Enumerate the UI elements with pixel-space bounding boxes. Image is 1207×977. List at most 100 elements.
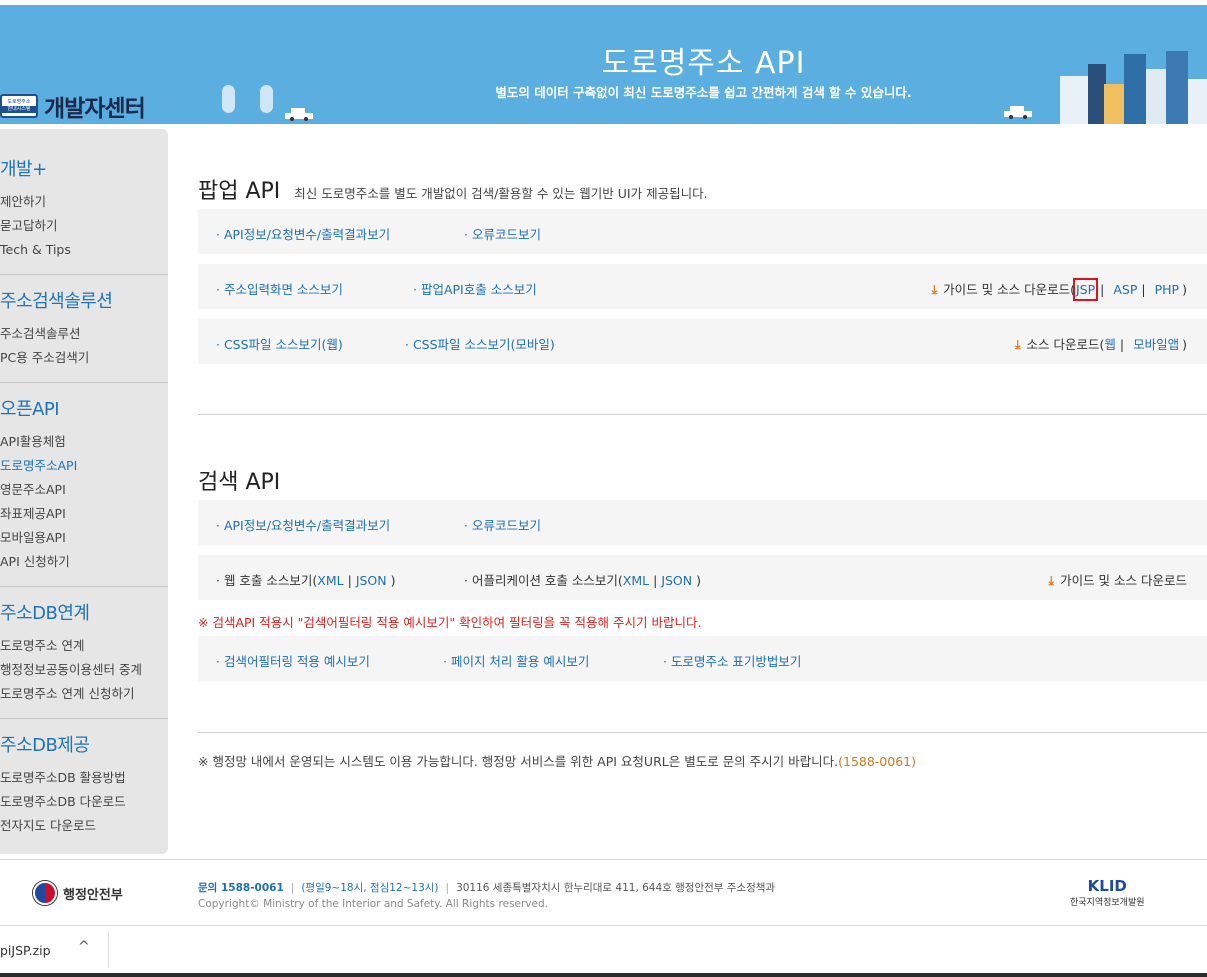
sidebar-item[interactable]: API활용체험 <box>0 430 168 454</box>
sidebar-group-title[interactable]: 개발+ <box>0 155 168 181</box>
sidebar-item[interactable]: PC용 주소검색기 <box>0 346 168 370</box>
klid-mark: KLID <box>1087 877 1127 895</box>
sidebar-item[interactable]: Tech & Tips <box>0 238 168 262</box>
css-mobile-source-link[interactable]: · CSS파일 소스보기(모바일) <box>405 334 555 353</box>
css-web-source-link[interactable]: · CSS파일 소스보기(웹) <box>216 334 343 353</box>
section-divider <box>198 414 1207 415</box>
building-icon <box>1060 76 1090 124</box>
footer-info: 문의 1588-0061 | (평일9~18시, 점심12~13시) | 30116 세… <box>198 882 776 910</box>
sidebar-group-title[interactable]: 오픈API <box>0 395 168 421</box>
taegeuk-emblem-icon <box>33 881 57 905</box>
taskbar <box>0 973 1207 977</box>
footer-contact: 문의 1588-0061 <box>198 882 284 894</box>
ministry-logo[interactable]: 행정안전부 <box>33 881 123 905</box>
sidebar-group-title[interactable]: 주소검색솔루션 <box>0 287 168 313</box>
car-icon <box>285 108 313 121</box>
jsp-download-link[interactable]: JSP <box>1072 278 1099 301</box>
app-call-xml-link[interactable]: XML <box>623 573 649 588</box>
paging-example-link[interactable]: · 페이지 처리 활용 예시보기 <box>443 651 589 670</box>
sidebar-item[interactable]: 전자지도 다운로드 <box>0 814 168 838</box>
web-download-link[interactable]: 웹 <box>1104 337 1116 352</box>
app-call-json-link[interactable]: JSON <box>661 573 692 588</box>
klid-logo[interactable]: KLID 한국지역정보개발원 <box>1070 877 1145 908</box>
sidebar-item[interactable]: 주소검색솔루션 <box>0 322 168 346</box>
footer-address: 30116 세종특별자치시 한누리대로 411, 644호 행정안전부 주소정책… <box>456 882 776 894</box>
sidebar-group: 오픈API API활용체험 도로명주소API 영문주소API 좌표제공API 모바일용AP… <box>0 395 168 587</box>
sidebar-item[interactable]: 도로명주소DB 활용방법 <box>0 766 168 790</box>
download-icon: ⤓ <box>931 282 938 297</box>
mobile-app-download-link[interactable]: 모바일앱 <box>1133 337 1179 352</box>
search-api-row-source: · 웹 호출 소스보기(XML | JSON) · 어플리케이션 호출 소스보기(X… <box>198 555 1207 600</box>
search-api-title: 검색 API <box>198 470 281 495</box>
popup-api-error-code-link[interactable]: · 오류코드보기 <box>464 224 541 243</box>
sidebar-item[interactable]: 모바일용API <box>0 526 168 550</box>
sidebar-item[interactable]: API 신청하기 <box>0 550 168 574</box>
popup-api-row-info: · API정보/요청변수/출력결과보기 · 오류코드보기 <box>198 209 1207 254</box>
sidebar-item[interactable]: 도로명주소 연계 신청하기 <box>0 682 168 706</box>
source-download-label: 소스 다운로드( <box>1026 337 1105 352</box>
downloaded-file-name[interactable]: piJSP.zip <box>0 943 51 958</box>
web-call-source-group: · 웹 호출 소스보기(XML | JSON) <box>216 573 396 588</box>
sidebar-item[interactable]: 도로명주소 연계 <box>0 634 168 658</box>
page-subtitle: 별도의 데이터 구축없이 최신 도로명주소를 쉽고 간편하게 검색 할 수 있습… <box>495 85 912 100</box>
sidebar-group: 주소DB연계도로명주소 연계 행정정보공동이용센터 중계 도로명주소 연계 신청하기 <box>0 599 168 719</box>
address-notation-link[interactable]: · 도로명주소 표기방법보기 <box>663 651 801 670</box>
contact-phone: (1588-0061) <box>838 754 916 769</box>
sidebar: 개발+ 제안하기 묻고답하기 Tech & Tips 주소검색솔루션 주소검색솔루션 PC용… <box>0 129 168 854</box>
sidebar-group-title[interactable]: 주소DB연계 <box>0 599 168 625</box>
sidebar-group-title[interactable]: 주소DB제공 <box>0 731 168 757</box>
building-icon <box>1166 51 1188 124</box>
building-icon <box>1124 54 1146 124</box>
web-call-json-link[interactable]: JSON <box>356 573 387 588</box>
source-download-group: ⤓ 소스 다운로드(웹 | 모바일앱) <box>1014 337 1187 352</box>
klid-name: 한국지역정보개발원 <box>1070 898 1145 908</box>
popup-api-title: 팝업 API <box>198 179 281 204</box>
admin-network-note: ※ 행정망 내에서 운영되는 시스템도 이용 가능합니다. 행정망 서비스를 위… <box>198 754 916 769</box>
popup-api-section: 팝업 API 최신 도로명주소를 별도 개발없이 검색/활용할 수 있는 웹기반 … <box>198 173 708 205</box>
search-api-error-code-link[interactable]: · 오류코드보기 <box>464 515 541 534</box>
popup-api-call-source-link[interactable]: · 팝업API호출 소스보기 <box>413 279 537 298</box>
search-guide-download-link[interactable]: ⤓ 가이드 및 소스 다운로드 <box>1049 570 1187 589</box>
php-download-link[interactable]: PHP <box>1155 282 1179 297</box>
asp-download-link[interactable]: ASP <box>1113 282 1137 297</box>
building-icon <box>1146 69 1166 124</box>
sidebar-item[interactable]: 제안하기 <box>0 190 168 214</box>
sidebar-group: 주소DB제공도로명주소DB 활용방법 도로명주소DB 다운로드 전자지도 다운로드 <box>0 731 168 850</box>
download-icon: ⤓ <box>1048 573 1055 588</box>
web-call-xml-link[interactable]: XML <box>317 573 343 588</box>
download-icon: ⤓ <box>1014 337 1021 352</box>
filtering-example-link[interactable]: · 검색어필터링 적용 예시보기 <box>216 651 370 670</box>
footer-copyright: Copyright© Ministry of the Interior and … <box>198 898 548 910</box>
address-input-source-link[interactable]: · 주소입력화면 소스보기 <box>216 279 343 298</box>
site-footer: 행정안전부 문의 1588-0061 | (평일9~18시, 점심12~13시) | 3… <box>0 859 1207 925</box>
search-api-row-info: · API정보/요청변수/출력결과보기 · 오류코드보기 <box>198 500 1207 545</box>
site-header: 도로명주소 안내시스템 개발자센터 도로명주소 API 별도의 데이터 구축없이… <box>0 5 1207 124</box>
guide-download-label: 가이드 및 소스 다운로드( <box>943 282 1075 297</box>
sidebar-item[interactable]: 행정정보공동이용센터 중계 <box>0 658 168 682</box>
popup-api-info-link[interactable]: · API정보/요청변수/출력결과보기 <box>216 224 390 243</box>
section-divider <box>198 732 1207 733</box>
sidebar-item[interactable]: 도로명주소API <box>0 454 168 478</box>
footer-hours: (평일9~18시, 점심12~13시) <box>301 882 439 894</box>
sidebar-group: 주소검색솔루션 주소검색솔루션 PC용 주소검색기 <box>0 287 168 383</box>
search-api-row-examples: · 검색어필터링 적용 예시보기 · 페이지 처리 활용 예시보기 · 도로명주… <box>198 636 1207 681</box>
building-icon <box>1188 79 1207 124</box>
search-api-info-link[interactable]: · API정보/요청변수/출력결과보기 <box>216 515 390 534</box>
chevron-up-icon[interactable]: ^ <box>78 939 90 955</box>
sidebar-item[interactable]: 묻고답하기 <box>0 214 168 238</box>
sidebar-item[interactable]: 좌표제공API <box>0 502 168 526</box>
download-bar-divider <box>108 932 109 968</box>
building-icon <box>1104 84 1124 124</box>
page-title: 도로명주소 API <box>601 46 806 81</box>
sidebar-group: 개발+ 제안하기 묻고답하기 Tech & Tips <box>0 155 168 275</box>
sidebar-item[interactable]: 영문주소API <box>0 478 168 502</box>
guide-download-group: ⤓ 가이드 및 소스 다운로드(JSP | ASP | PHP) <box>931 278 1187 301</box>
car-icon <box>1004 106 1032 119</box>
filtering-warning: ※ 검색API 적용시 "검색어필터링 적용 예시보기" 확인하여 필터링을 꼭… <box>198 615 702 630</box>
popup-api-description: 최신 도로명주소를 별도 개발없이 검색/활용할 수 있는 웹기반 UI가 제공… <box>294 186 708 201</box>
sidebar-item[interactable]: 도로명주소DB 다운로드 <box>0 790 168 814</box>
popup-api-row-source: · 주소입력화면 소스보기 · 팝업API호출 소스보기 ⤓ 가이드 및 소스 다… <box>198 264 1207 309</box>
app-call-source-group: · 어플리케이션 호출 소스보기(XML | JSON) <box>464 573 702 588</box>
browser-download-bar: piJSP.zip ^ <box>0 925 1207 973</box>
popup-api-row-css: · CSS파일 소스보기(웹) · CSS파일 소스보기(모바일) ⤓ 소스 다운… <box>198 319 1207 364</box>
